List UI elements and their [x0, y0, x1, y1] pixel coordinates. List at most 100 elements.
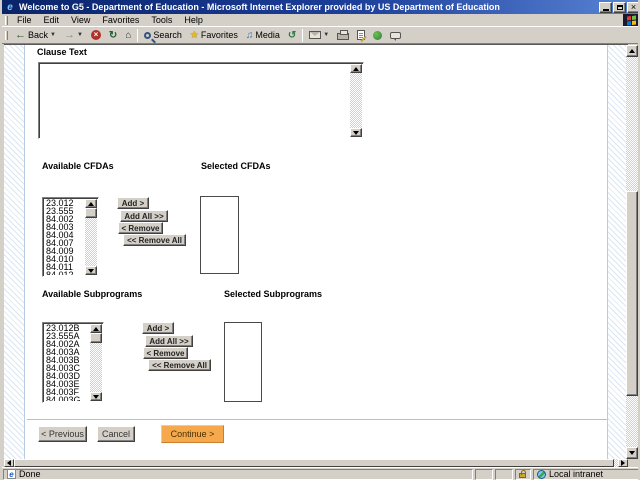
- refresh-button[interactable]: ↻: [105, 28, 121, 43]
- scroll-up-icon: [93, 327, 99, 331]
- history-button[interactable]: ↺: [284, 28, 300, 43]
- windows-logo-icon: [623, 14, 640, 26]
- scroll-down-icon: [88, 269, 94, 273]
- favorites-button[interactable]: ★ Favorites: [186, 28, 242, 43]
- back-button[interactable]: ← Back ▼: [11, 28, 60, 43]
- subprogram-add-all-button[interactable]: Add All >>: [145, 335, 193, 347]
- subprogram-add-button[interactable]: Add >: [142, 322, 174, 334]
- mail-dropdown-icon[interactable]: ▼: [323, 32, 329, 38]
- menubar-gripper[interactable]: [5, 16, 8, 25]
- close-icon: ×: [631, 3, 636, 12]
- minimize-button[interactable]: [599, 2, 612, 13]
- discuss-icon: [390, 32, 401, 39]
- scroll-thumb[interactable]: [90, 333, 102, 343]
- clause-textarea[interactable]: [38, 62, 364, 139]
- available-subprograms-listbox[interactable]: 23.012B23.555A84.002A84.003A84.003B84.00…: [42, 322, 104, 403]
- messenger-icon: [373, 31, 382, 40]
- scroll-up-button[interactable]: [626, 45, 638, 57]
- cfda-add-button[interactable]: Add >: [117, 197, 149, 209]
- history-icon: ↺: [288, 30, 296, 41]
- menu-help[interactable]: Help: [178, 14, 209, 27]
- menu-tools[interactable]: Tools: [145, 14, 178, 27]
- forward-button[interactable]: → ▼: [60, 28, 87, 43]
- listbox-scrollbar[interactable]: [85, 199, 97, 275]
- previous-button[interactable]: < Previous: [38, 426, 87, 442]
- available-subprograms-items: 23.012B23.555A84.002A84.003A84.003B84.00…: [44, 324, 90, 401]
- mail-icon: [309, 31, 321, 39]
- page-vertical-scrollbar[interactable]: [626, 45, 638, 459]
- scroll-thumb[interactable]: [626, 191, 638, 396]
- clause-text-label: Clause Text: [37, 47, 87, 57]
- print-button[interactable]: [333, 28, 353, 43]
- list-item[interactable]: 84.012: [44, 271, 85, 275]
- edit-button[interactable]: [353, 28, 369, 43]
- scroll-thumb[interactable]: [14, 459, 614, 467]
- status-bar: e Done Local intranet: [2, 467, 640, 480]
- search-button[interactable]: Search: [140, 28, 186, 43]
- close-button[interactable]: ×: [627, 2, 640, 13]
- continue-button[interactable]: Continue >: [161, 425, 224, 443]
- cfda-remove-button[interactable]: < Remove: [118, 222, 163, 234]
- menu-file[interactable]: File: [11, 14, 38, 27]
- mail-button[interactable]: ▼: [305, 28, 333, 43]
- available-subprograms-label: Available Subprograms: [42, 289, 142, 299]
- cfda-add-all-button[interactable]: Add All >>: [120, 210, 168, 222]
- menu-favorites[interactable]: Favorites: [96, 14, 145, 27]
- home-icon: ⌂: [125, 30, 131, 41]
- scroll-right-button[interactable]: [618, 459, 628, 467]
- scroll-down-button[interactable]: [350, 128, 362, 137]
- scroll-left-button[interactable]: [4, 459, 14, 467]
- selected-cfdas-listbox[interactable]: [200, 196, 239, 274]
- selected-subprograms-label: Selected Subprograms: [224, 289, 322, 299]
- forward-dropdown-icon[interactable]: ▼: [77, 32, 83, 38]
- selected-subprograms-listbox[interactable]: [224, 322, 262, 402]
- back-icon: ←: [15, 30, 26, 41]
- right-hatch-strip: [607, 45, 628, 459]
- scroll-thumb[interactable]: [85, 208, 97, 218]
- scroll-track[interactable]: [350, 73, 362, 128]
- footer-separator: [27, 419, 607, 420]
- available-cfdas-label: Available CFDAs: [42, 161, 114, 171]
- scroll-up-button[interactable]: [90, 324, 102, 333]
- favorites-icon: ★: [190, 30, 199, 41]
- scroll-down-icon: [629, 451, 635, 455]
- search-icon: [144, 32, 151, 39]
- scroll-down-button[interactable]: [626, 447, 638, 459]
- clause-textarea-scrollbar[interactable]: [350, 64, 362, 137]
- stop-button[interactable]: ×: [87, 28, 105, 43]
- stop-icon: ×: [91, 30, 101, 40]
- menu-view[interactable]: View: [65, 14, 96, 27]
- listbox-scrollbar[interactable]: [90, 324, 102, 401]
- discuss-button[interactable]: [386, 28, 405, 43]
- scroll-up-button[interactable]: [85, 199, 97, 208]
- zone-pane[interactable]: Local intranet: [533, 469, 640, 480]
- minimize-icon: [603, 9, 609, 11]
- available-cfdas-listbox[interactable]: 23.01223.55584.00284.00384.00484.00784.0…: [42, 197, 99, 277]
- status-pane: e Done: [3, 469, 473, 480]
- ie-logo-icon: e: [4, 2, 16, 13]
- scroll-left-icon: [7, 460, 11, 466]
- messenger-button[interactable]: [369, 28, 386, 43]
- title-bar: e Welcome to G5 - Department of Educatio…: [2, 0, 640, 14]
- page-content: Clause Text Available CFDAs Selected CFD…: [4, 44, 628, 459]
- scroll-down-button[interactable]: [85, 266, 97, 275]
- scroll-down-button[interactable]: [90, 392, 102, 401]
- scroll-down-icon: [353, 131, 359, 135]
- back-dropdown-icon[interactable]: ▼: [50, 32, 56, 38]
- subprogram-remove-all-button[interactable]: << Remove All: [148, 359, 211, 371]
- list-item[interactable]: 84.003G: [44, 396, 90, 401]
- subprogram-remove-button[interactable]: < Remove: [143, 347, 188, 359]
- restore-button[interactable]: [613, 2, 626, 13]
- menu-edit[interactable]: Edit: [38, 14, 66, 27]
- page-horizontal-scrollbar[interactable]: [4, 459, 628, 467]
- toolbar-separator: [302, 29, 303, 42]
- scroll-up-button[interactable]: [350, 64, 362, 73]
- toolbar-gripper[interactable]: [5, 31, 8, 40]
- home-button[interactable]: ⌂: [121, 28, 135, 43]
- cancel-button[interactable]: Cancel: [97, 426, 135, 442]
- left-hatch-strip: [4, 45, 25, 459]
- media-button[interactable]: ♫ Media: [242, 28, 284, 43]
- restore-icon: [617, 5, 623, 10]
- menu-bar: File Edit View Favorites Tools Help: [2, 14, 640, 27]
- cfda-remove-all-button[interactable]: << Remove All: [123, 234, 186, 246]
